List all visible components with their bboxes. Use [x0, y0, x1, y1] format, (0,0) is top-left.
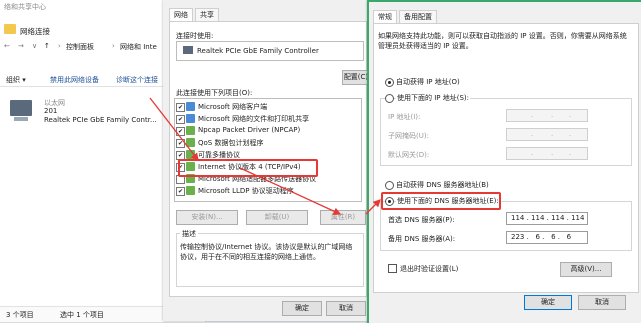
- annotation-arrows: [149, 97, 381, 215]
- arrow-to-manual-dns: [365, 199, 381, 215]
- arrow-to-ipv4-item: [149, 97, 199, 162]
- arrow-to-properties-button: [239, 167, 342, 215]
